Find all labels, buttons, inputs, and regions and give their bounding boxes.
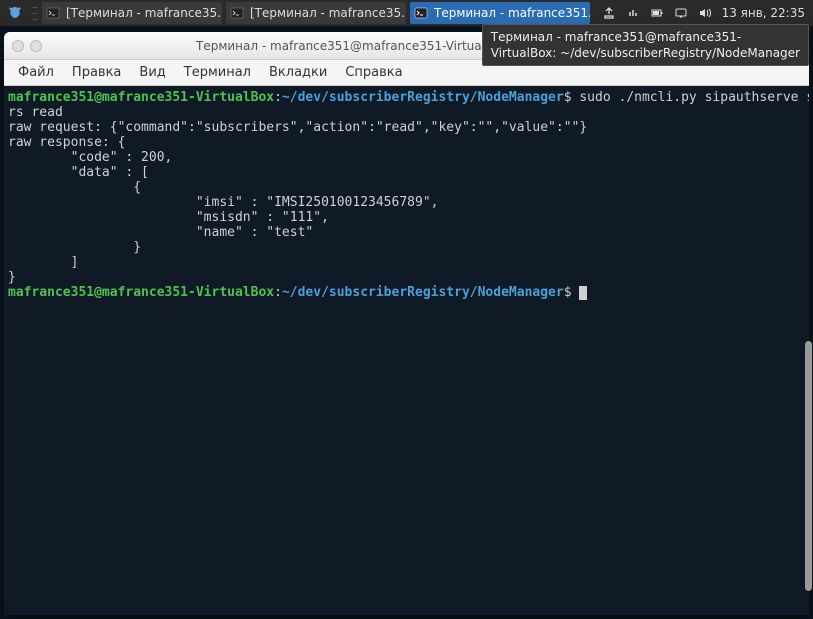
taskbar-label: [Терминал - mafrance35...: [250, 6, 406, 20]
taskbar-item-terminal-2[interactable]: [Терминал - mafrance35...: [226, 2, 406, 24]
menu-view[interactable]: Вид: [139, 65, 165, 80]
menu-file[interactable]: Файл: [18, 65, 54, 80]
menu-terminal[interactable]: Терминал: [184, 65, 251, 80]
terminal-window: Терминал - mafrance351@mafrance351-Virtu…: [4, 32, 809, 615]
network-icon[interactable]: [626, 6, 640, 20]
clock[interactable]: 13 янв, 22:35: [722, 6, 805, 20]
menu-edit[interactable]: Правка: [72, 65, 121, 80]
taskbar-tooltip: Терминал - mafrance351@mafrance351- Virt…: [482, 24, 809, 66]
taskbar-label: [Терминал - mafrance35...: [66, 6, 222, 20]
whisker-menu-icon[interactable]: [4, 2, 26, 24]
window-minimize-button[interactable]: [30, 40, 42, 52]
scrollbar[interactable]: [804, 86, 813, 607]
taskbar-item-terminal-active[interactable]: Терминал - mafrance351...: [410, 2, 590, 24]
panel-left: [Терминал - mafrance35... [Терминал - ma…: [0, 0, 592, 26]
top-panel: [Терминал - mafrance35... [Терминал - ma…: [0, 0, 813, 26]
window-controls: [4, 40, 42, 52]
terminal-icon: [46, 6, 60, 20]
volume-icon[interactable]: [698, 6, 712, 20]
terminal-icon: [230, 6, 244, 20]
taskbar-label: Терминал - mafrance351...: [434, 6, 590, 20]
battery-icon[interactable]: [650, 6, 664, 20]
tooltip-line: Терминал - mafrance351@mafrance351-: [491, 29, 800, 45]
window-close-button[interactable]: [12, 40, 24, 52]
taskbar-item-terminal-1[interactable]: [Терминал - mafrance35...: [42, 2, 222, 24]
notifications-icon[interactable]: [674, 6, 688, 20]
updates-icon[interactable]: [602, 6, 616, 20]
scrollbar-thumb[interactable]: [805, 341, 812, 591]
panel-right: 13 янв, 22:35: [602, 6, 813, 20]
tooltip-line: VirtualBox: ~/dev/subscriberRegistry/Nod…: [491, 45, 800, 61]
menu-help[interactable]: Справка: [345, 65, 402, 80]
panel-separator: [32, 4, 38, 22]
terminal-icon: [414, 6, 428, 20]
terminal-area[interactable]: mafrance351@mafrance351-VirtualBox:~/dev…: [4, 86, 809, 615]
menu-tabs[interactable]: Вкладки: [269, 65, 327, 80]
